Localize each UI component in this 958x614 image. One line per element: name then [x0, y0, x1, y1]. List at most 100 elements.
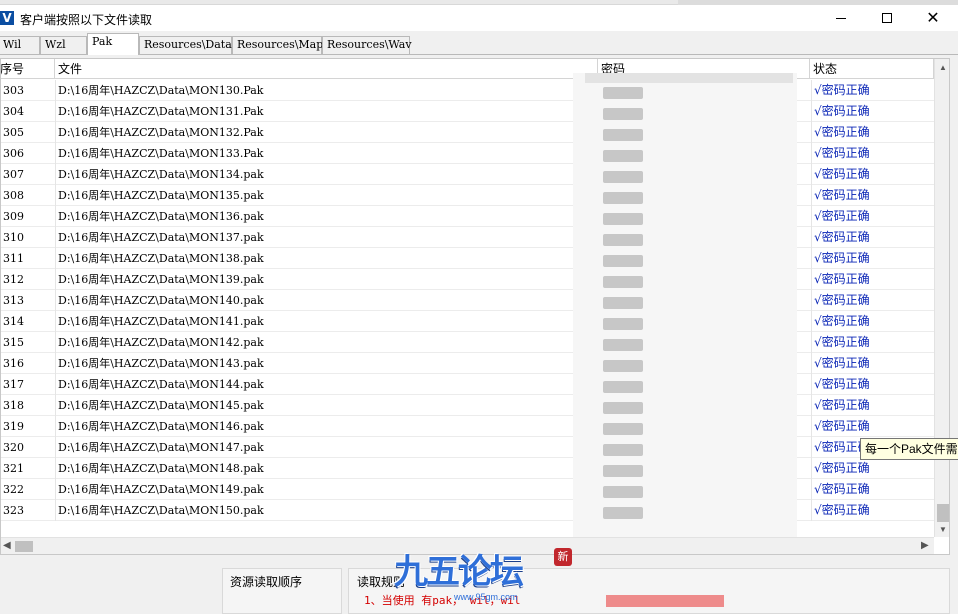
password-redaction-chip — [603, 234, 643, 246]
row-status: √密码正确 — [811, 332, 933, 353]
row-number: 303 — [3, 84, 24, 97]
minimize-icon — [836, 17, 846, 19]
row-file-path: D:\16周年\HAZCZ\Data\MON137.pak — [55, 227, 595, 248]
scroll-right-icon[interactable]: ▶ — [921, 540, 929, 551]
close-button[interactable]: ✕ — [910, 5, 956, 31]
password-redaction-chip — [603, 381, 643, 393]
row-file-path: D:\16周年\HAZCZ\Data\MON134.pak — [55, 164, 595, 185]
scroll-left-icon[interactable]: ◀ — [3, 540, 11, 551]
password-redaction-chip — [603, 171, 643, 183]
watermark-badge: 新 — [554, 548, 572, 566]
password-redaction-chip — [603, 402, 643, 414]
column-header-no[interactable]: 序号 — [1, 59, 55, 79]
horizontal-scroll-thumb[interactable] — [15, 541, 33, 552]
resource-order-title: 资源读取顺序 — [230, 575, 303, 589]
row-number: 319 — [3, 420, 24, 433]
password-redaction-chip — [603, 129, 643, 141]
row-number: 305 — [3, 126, 24, 139]
tab-resources-wav[interactable]: Resources\Wav — [322, 36, 412, 54]
row-status: √密码正确 — [811, 122, 933, 143]
password-redaction-chip — [603, 192, 643, 204]
row-status: √密码正确 — [811, 395, 933, 416]
row-number: 318 — [3, 399, 24, 412]
row-status: √密码正确 — [811, 164, 933, 185]
password-redaction-chip — [603, 486, 643, 498]
row-number: 315 — [3, 336, 24, 349]
row-file-path: D:\16周年\HAZCZ\Data\MON146.pak — [55, 416, 595, 437]
maximize-button[interactable] — [864, 5, 910, 31]
redaction-bar — [585, 73, 793, 83]
password-redaction-chip — [603, 276, 643, 288]
resource-order-panel: 资源读取顺序 — [222, 568, 342, 614]
row-number: 321 — [3, 462, 24, 475]
row-status: √密码正确 — [811, 185, 933, 206]
row-number: 322 — [3, 483, 24, 496]
password-redaction-chip — [603, 108, 643, 120]
password-redaction-chip — [603, 150, 643, 162]
password-redaction-chip — [603, 360, 643, 372]
watermark-text: 九五论坛 — [394, 552, 524, 592]
vertical-scroll-thumb[interactable] — [937, 504, 949, 522]
scroll-down-icon[interactable]: ▼ — [939, 525, 947, 534]
column-header-status[interactable]: 状态 — [810, 59, 934, 79]
row-number: 316 — [3, 357, 24, 370]
password-redaction-chip — [603, 444, 643, 456]
title-bar: V 客户端按照以下文件读取 ✕ — [0, 5, 958, 31]
tab-resources-data[interactable]: Resources\Data — [139, 36, 232, 54]
row-file-path: D:\16周年\HAZCZ\Data\MON133.Pak — [55, 143, 595, 164]
row-file-path: D:\16周年\HAZCZ\Data\MON131.Pak — [55, 101, 595, 122]
row-status: √密码正确 — [811, 374, 933, 395]
password-redaction-chip — [603, 465, 643, 477]
minimize-button[interactable] — [818, 5, 864, 31]
tab-resources-map[interactable]: Resources\Map — [232, 36, 323, 54]
scroll-up-icon[interactable]: ▲ — [939, 63, 947, 72]
row-number: 310 — [3, 231, 24, 244]
row-file-path: D:\16周年\HAZCZ\Data\MON147.pak — [55, 437, 595, 458]
tab-pak[interactable]: Pak — [87, 33, 139, 55]
row-number: 323 — [3, 504, 24, 517]
row-file-path: D:\16周年\HAZCZ\Data\MON141.pak — [55, 311, 595, 332]
password-redaction — [573, 73, 797, 554]
file-list[interactable]: 序号 文件 密码 状态 303 D:\16周年\HAZCZ\Data\MON130… — [0, 58, 950, 555]
row-file-path: D:\16周年\HAZCZ\Data\MON138.pak — [55, 248, 595, 269]
password-redaction-chip — [603, 255, 643, 267]
row-number: 313 — [3, 294, 24, 307]
column-header-file[interactable]: 文件 — [55, 59, 598, 79]
vertical-scrollbar[interactable]: ▲ ▼ — [934, 59, 949, 537]
row-number: 307 — [3, 168, 24, 181]
row-number: 309 — [3, 210, 24, 223]
row-status: √密码正确 — [811, 227, 933, 248]
row-status: √密码正确 — [811, 311, 933, 332]
password-redaction-chip — [603, 507, 643, 519]
password-redaction-chip — [603, 297, 643, 309]
row-status: √密码正确 — [811, 80, 933, 101]
password-redaction-chip — [603, 423, 643, 435]
row-file-path: D:\16周年\HAZCZ\Data\MON130.Pak — [55, 80, 595, 101]
row-status: √密码正确 — [811, 248, 933, 269]
row-status: √密码正确 — [811, 206, 933, 227]
row-file-path: D:\16周年\HAZCZ\Data\MON139.pak — [55, 269, 595, 290]
row-status: √密码正确 — [811, 290, 933, 311]
row-status: √密码正确 — [811, 458, 933, 479]
close-icon: ✕ — [926, 8, 940, 27]
row-number: 312 — [3, 273, 24, 286]
row-number: 320 — [3, 441, 24, 454]
row-file-path: D:\16周年\HAZCZ\Data\MON142.pak — [55, 332, 595, 353]
row-file-path: D:\16周年\HAZCZ\Data\MON136.pak — [55, 206, 595, 227]
row-file-path: D:\16周年\HAZCZ\Data\MON132.Pak — [55, 122, 595, 143]
tab-strip: Wil Wzl Pak Resources\Data Resources\Map… — [0, 33, 958, 55]
tab-wil[interactable]: Wil — [0, 36, 40, 54]
password-redaction-chip — [603, 87, 643, 99]
row-status: √密码正确 — [811, 269, 933, 290]
tab-wzl[interactable]: Wzl — [40, 36, 87, 54]
row-number: 314 — [3, 315, 24, 328]
tooltip: 每一个Pak文件需要 — [860, 438, 958, 460]
row-file-path: D:\16周年\HAZCZ\Data\MON135.pak — [55, 185, 595, 206]
row-status: √密码正确 — [811, 479, 933, 500]
row-status: √密码正确 — [811, 500, 933, 521]
row-file-path: D:\16周年\HAZCZ\Data\MON144.pak — [55, 374, 595, 395]
password-redaction-chip — [603, 213, 643, 225]
row-number: 317 — [3, 378, 24, 391]
row-file-path: D:\16周年\HAZCZ\Data\MON145.pak — [55, 395, 595, 416]
row-file-path: D:\16周年\HAZCZ\Data\MON140.pak — [55, 290, 595, 311]
